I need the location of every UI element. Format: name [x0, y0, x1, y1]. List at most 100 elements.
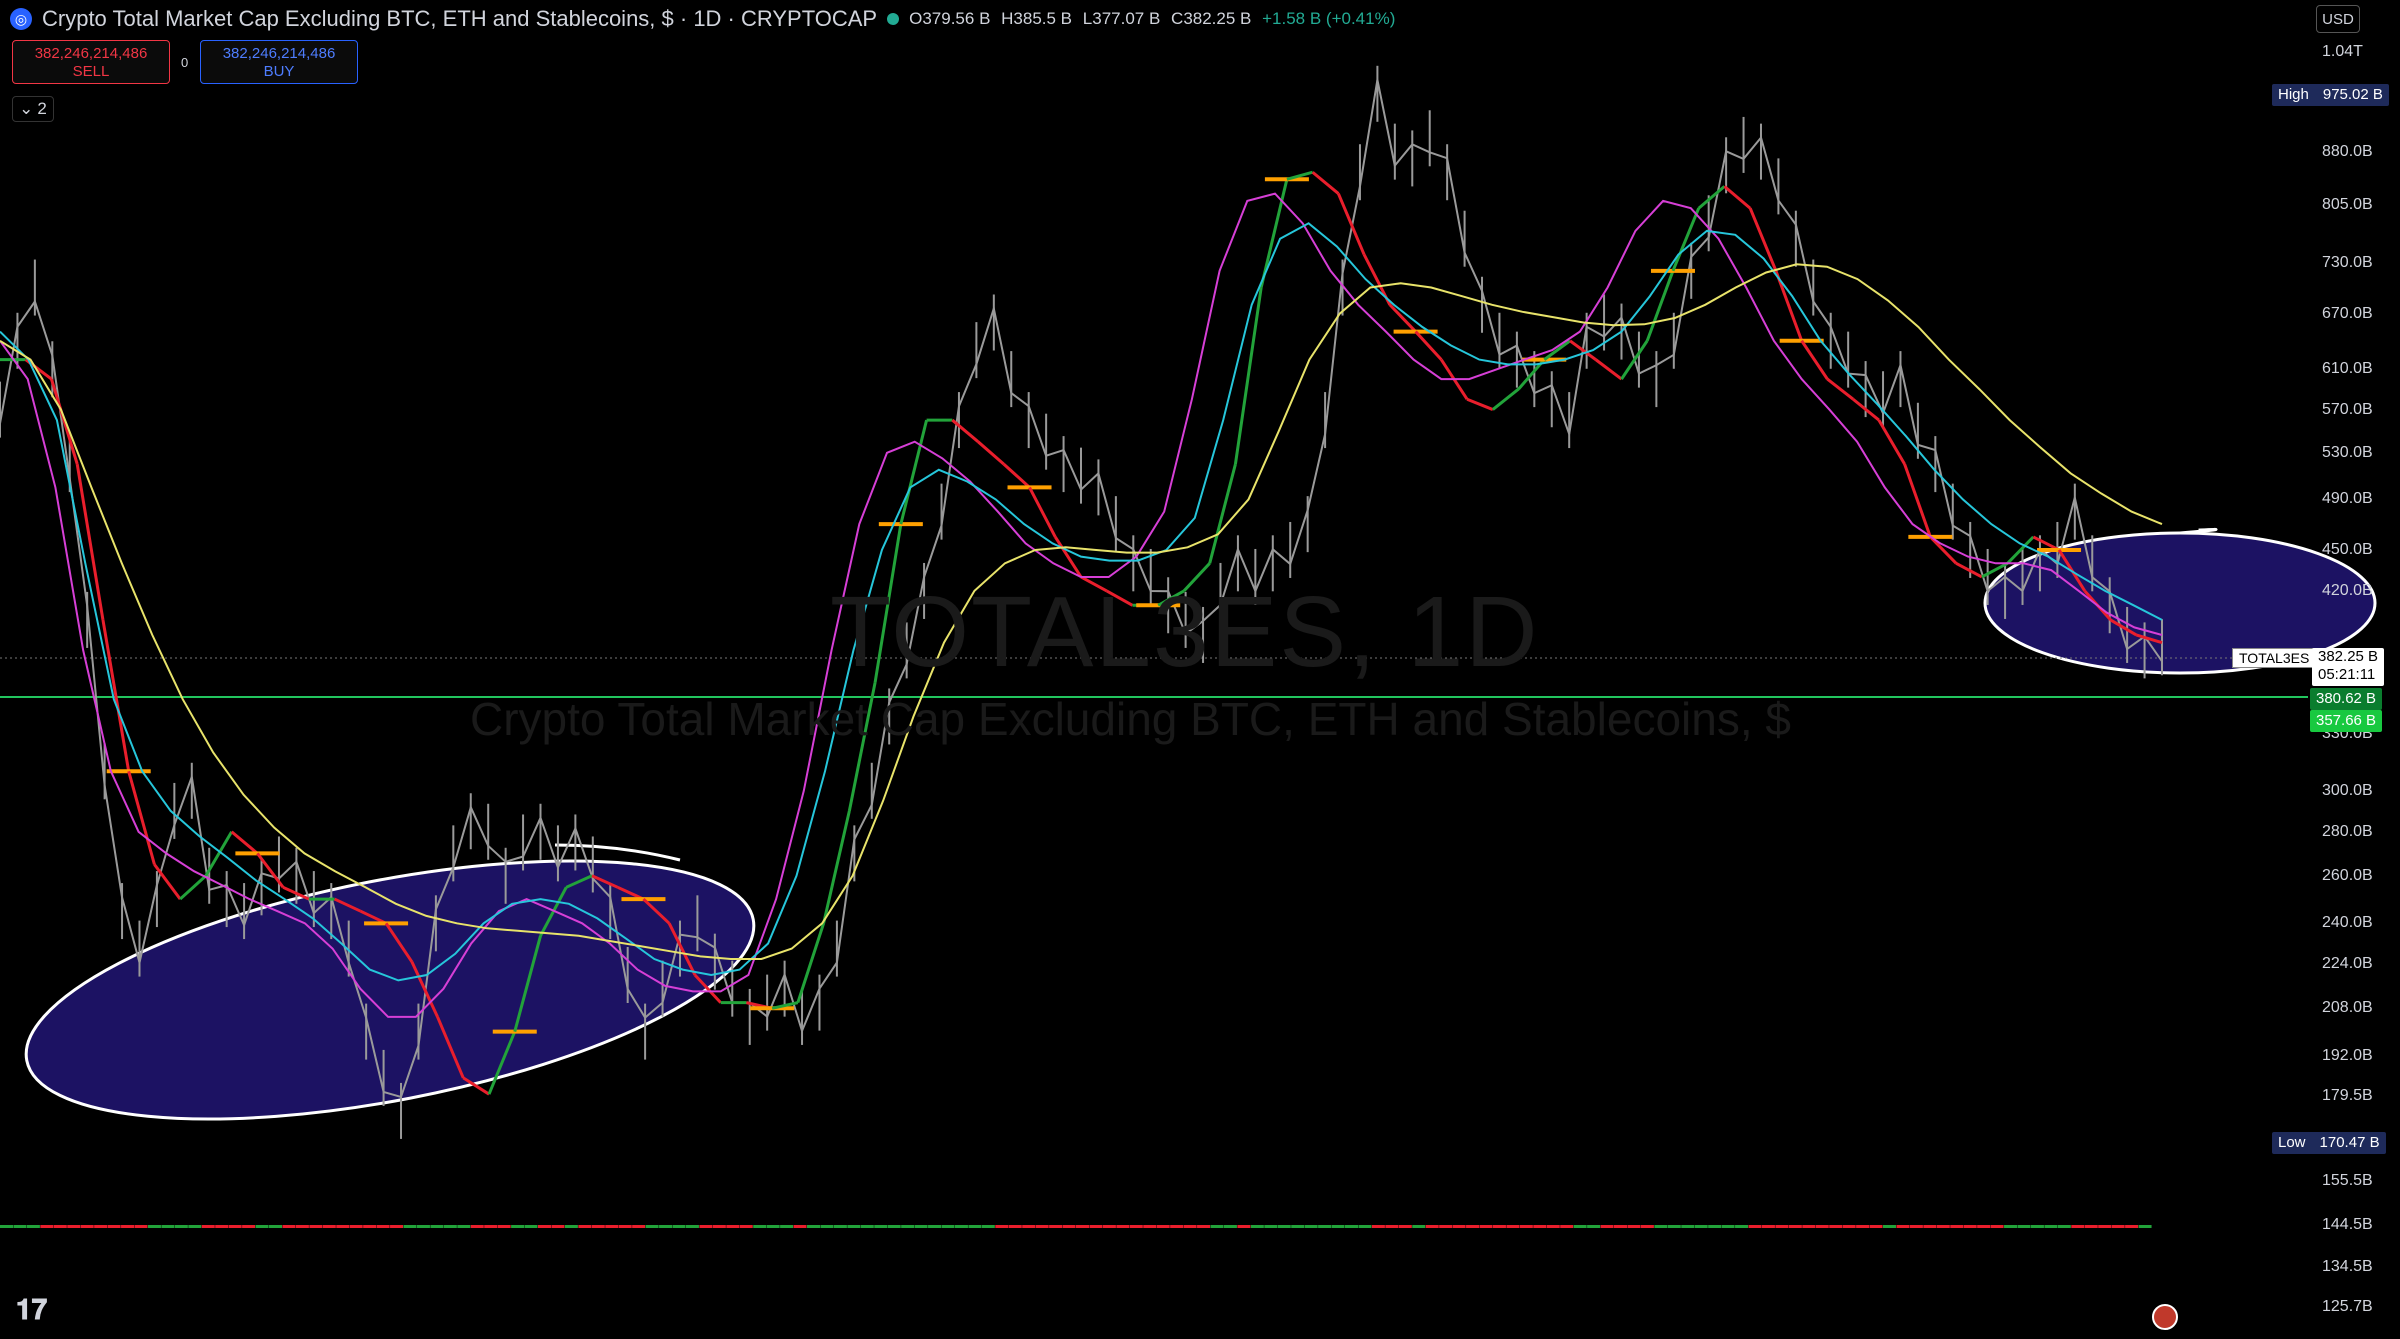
market-status-icon — [887, 13, 900, 25]
direction-strip-bar — [2084, 1225, 2098, 1228]
buy-button[interactable]: 382,246,214,486 BUY — [200, 40, 358, 84]
direction-strip-bar — [1869, 1225, 1883, 1228]
direction-strip-bar — [322, 1225, 336, 1228]
axis-tick-label: 670.0B — [2322, 304, 2373, 322]
ema-fast-segment — [1491, 387, 1520, 411]
direction-strip-bar — [981, 1225, 995, 1228]
ema-fast-segment — [50, 378, 79, 465]
direction-strip-bar — [1264, 1225, 1278, 1228]
direction-strip-bar — [1170, 1225, 1184, 1228]
axis-tick-label: 805.0B — [2322, 195, 2373, 213]
high-value: 975.02 B — [2322, 86, 2383, 103]
low-value: 170.47 B — [2319, 1134, 2380, 1151]
tradingview-logo-icon[interactable]: 𝟏𝟕 — [16, 1294, 47, 1327]
direction-strip-bar — [161, 1225, 175, 1228]
direction-strip-bar — [1896, 1225, 1910, 1228]
last-price-tag: 382.25 B 05:21:11 — [2312, 648, 2385, 686]
direction-strip-bar — [820, 1225, 834, 1228]
axis-tick-label: 192.0B — [2322, 1046, 2373, 1064]
direction-strip-bar — [1560, 1225, 1574, 1228]
direction-strip-bar — [2030, 1225, 2044, 1228]
sell-label: SELL — [72, 63, 110, 80]
direction-strip-bar — [497, 1225, 511, 1228]
direction-strip-bar — [1479, 1225, 1493, 1228]
direction-strip-bar — [1573, 1225, 1587, 1228]
direction-strip-bar — [1963, 1225, 1977, 1228]
ohlc-high-key: H — [1001, 9, 1014, 28]
cryptocap-logo-icon: ◎ — [10, 8, 32, 30]
ema-fast-segment — [1336, 192, 1366, 256]
direction-strip-bar — [2017, 1225, 2031, 1228]
axis-tick-label: 144.5B — [2322, 1215, 2373, 1233]
ema-fast-segment — [1723, 185, 1752, 210]
ema-fast-segment — [1826, 377, 1855, 401]
axis-tick-label: 125.7B — [2322, 1298, 2373, 1316]
direction-strip-bar — [632, 1225, 646, 1228]
axis-tick-label: 179.5B — [2322, 1086, 2373, 1104]
direction-strip-bar — [1331, 1225, 1345, 1228]
direction-strip-bar — [1492, 1225, 1506, 1228]
axis-tick-label: 880.0B — [2322, 142, 2373, 160]
direction-strip-bar — [1533, 1225, 1547, 1228]
direction-strip-bar — [793, 1225, 807, 1228]
level-2-tag: 357.66 B — [2310, 710, 2383, 732]
direction-strip-bar — [618, 1225, 632, 1228]
ema-fast-segment — [1594, 358, 1623, 381]
direction-strip-bar — [484, 1225, 498, 1228]
high-tag: High 975.02 B — [2272, 84, 2389, 106]
direction-strip-bar — [215, 1225, 229, 1228]
axis-tick-label: 134.5B — [2322, 1258, 2373, 1276]
direction-strip-bar — [1008, 1225, 1022, 1228]
ema-fast-segment — [1002, 462, 1031, 489]
ema-fast-segment — [230, 830, 259, 855]
direction-strip-bar — [578, 1225, 592, 1228]
direction-strip-bar — [1627, 1225, 1641, 1228]
chart-title[interactable]: Crypto Total Market Cap Excluding BTC, E… — [42, 6, 877, 32]
direction-strip-bar — [1600, 1225, 1614, 1228]
direction-strip-bar — [2111, 1225, 2125, 1228]
buy-price: 382,246,214,486 — [222, 45, 336, 62]
axis-tick-label: 610.0B — [2322, 360, 2373, 378]
direction-strip-bar — [968, 1225, 982, 1228]
direction-strip-bar — [390, 1225, 404, 1228]
axis-tick-label: 450.0B — [2322, 540, 2373, 558]
level-1-tag: 380.62 B — [2310, 688, 2383, 710]
direction-strip-bar — [1237, 1225, 1251, 1228]
ohlc-close-value: 382.25 B — [1183, 9, 1252, 28]
direction-strip-bar — [443, 1225, 457, 1228]
direction-strip-bar — [659, 1225, 673, 1228]
direction-strip-bar — [1802, 1225, 1816, 1228]
direction-strip-bar — [309, 1225, 323, 1228]
chevron-down-icon: ⌄ — [19, 99, 34, 118]
direction-strip-bar — [995, 1225, 1009, 1228]
sell-button[interactable]: 382,246,214,486 SELL — [12, 40, 170, 84]
direction-strip-bar — [26, 1225, 40, 1228]
axis-tick-label: 570.0B — [2322, 400, 2373, 418]
direction-strip-bar — [228, 1225, 242, 1228]
axis-tick-label: 490.0B — [2322, 490, 2373, 508]
ohlc-open-value: 379.56 B — [922, 9, 991, 28]
direction-strip-bar — [1721, 1225, 1735, 1228]
indicators-toggle-button[interactable]: ⌄ 2 — [12, 96, 54, 122]
indicators-count: 2 — [37, 99, 47, 118]
direction-strip-bar — [107, 1225, 121, 1228]
direction-strip-bar — [188, 1225, 202, 1228]
direction-strip-bar — [1923, 1225, 1937, 1228]
direction-strip-bar — [295, 1225, 309, 1228]
direction-strip-bar — [1748, 1225, 1762, 1228]
axis-tick-label: 260.0B — [2322, 866, 2373, 884]
direction-strip-bar — [53, 1225, 67, 1228]
low-tag: Low 170.47 B — [2272, 1132, 2386, 1154]
direction-strip-bar — [1398, 1225, 1412, 1228]
us-flag-icon[interactable] — [2152, 1304, 2178, 1330]
direction-strip-bar — [1210, 1225, 1224, 1228]
direction-strip-bar — [780, 1225, 794, 1228]
ema-fast-segment — [1800, 339, 1829, 380]
direction-strip-bar — [1708, 1225, 1722, 1228]
direction-strip-bar — [416, 1225, 430, 1228]
direction-strip-bar — [941, 1225, 955, 1228]
currency-button[interactable]: USD — [2316, 5, 2360, 33]
ema-fast-segment — [1233, 287, 1263, 465]
low-label: Low — [2278, 1134, 2306, 1151]
direction-strip-bar — [1197, 1225, 1211, 1228]
